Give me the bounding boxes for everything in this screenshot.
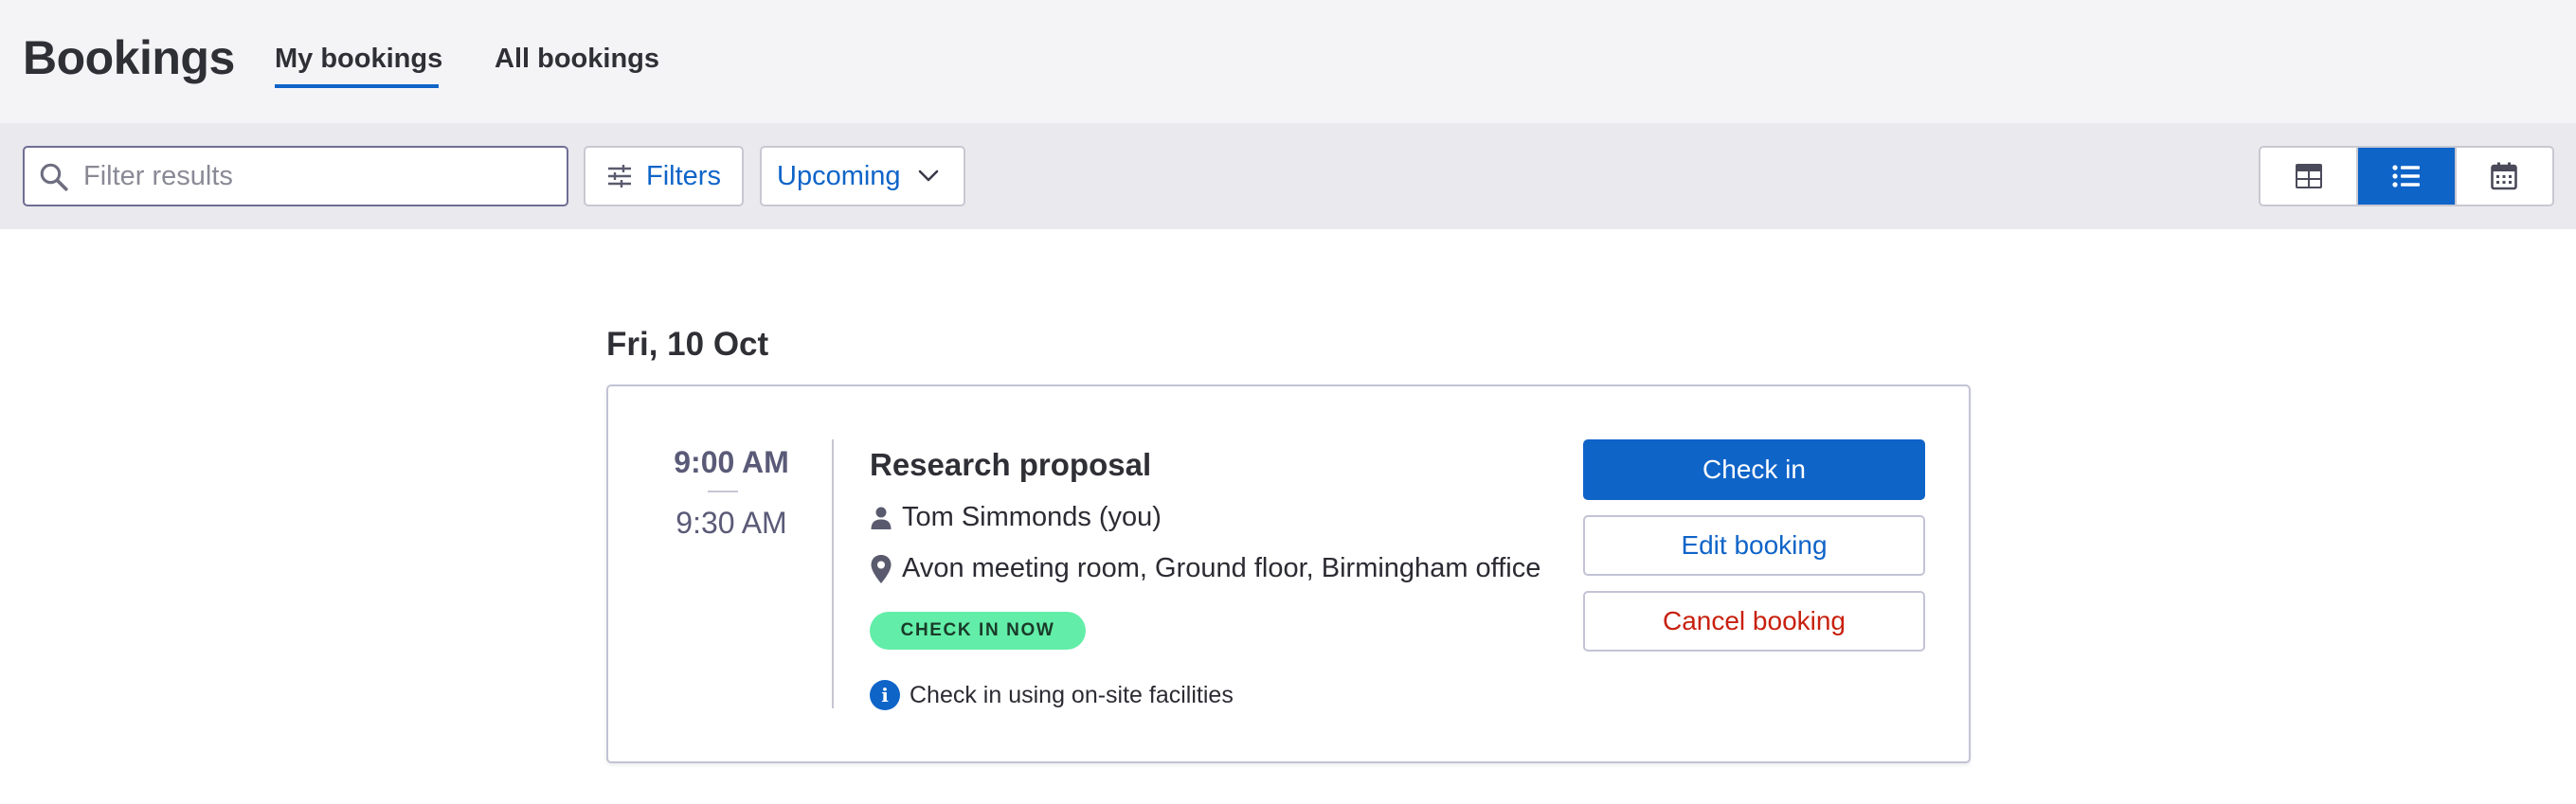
search-input[interactable] [83, 155, 557, 197]
period-select[interactable]: Upcoming [760, 146, 965, 206]
search-box[interactable] [23, 146, 568, 206]
search-icon [40, 163, 68, 191]
info-note-row: i Check in using on-site facilities [870, 680, 1234, 710]
booking-date-heading: Fri, 10 Oct [606, 326, 769, 363]
booking-person: Tom Simmonds (you) [902, 502, 1162, 532]
booking-location: Avon meeting room, Ground floor, Birming… [902, 553, 1541, 583]
booking-person-row: Tom Simmonds (you) [870, 502, 1162, 533]
start-time: 9:00 AM [674, 445, 789, 479]
page-title: Bookings [23, 31, 235, 84]
active-tab-indicator [275, 84, 439, 88]
calendar-view-button[interactable] [2454, 148, 2552, 205]
time-separator [708, 491, 738, 492]
booking-card: 9:00 AM 9:30 AM Research proposal Tom Si… [606, 384, 1971, 763]
booking-title: Research proposal [870, 447, 1152, 482]
list-view-button[interactable] [2356, 148, 2455, 205]
location-pin-icon [871, 554, 892, 583]
info-icon: i [870, 680, 900, 710]
status-badge: CHECK IN NOW [870, 612, 1086, 650]
tab-all-bookings[interactable]: All bookings [495, 44, 659, 75]
edit-booking-button[interactable]: Edit booking [1583, 515, 1925, 576]
person-icon [871, 507, 892, 529]
card-divider [832, 439, 834, 708]
page-header: Bookings My bookings All bookings [0, 0, 2576, 123]
info-note: Check in using on-site facilities [910, 681, 1234, 708]
filters-label: Filters [646, 160, 721, 191]
view-switcher [2259, 146, 2554, 206]
booking-location-row: Avon meeting room, Ground floor, Birming… [870, 553, 1541, 584]
tab-my-bookings[interactable]: My bookings [275, 44, 442, 75]
table-view-button[interactable] [2261, 148, 2356, 205]
chevron-down-icon [918, 170, 938, 182]
table-view-icon [2295, 164, 2322, 188]
check-in-button[interactable]: Check in [1583, 439, 1925, 500]
calendar-view-icon [2491, 162, 2518, 190]
end-time: 9:30 AM [676, 506, 787, 540]
list-view-icon [2392, 165, 2420, 188]
sliders-icon [608, 165, 631, 188]
toolbar: Filters Upcoming [0, 123, 2576, 229]
cancel-booking-button[interactable]: Cancel booking [1583, 591, 1925, 652]
filters-button[interactable]: Filters [584, 146, 744, 206]
period-select-value: Upcoming [777, 160, 901, 191]
